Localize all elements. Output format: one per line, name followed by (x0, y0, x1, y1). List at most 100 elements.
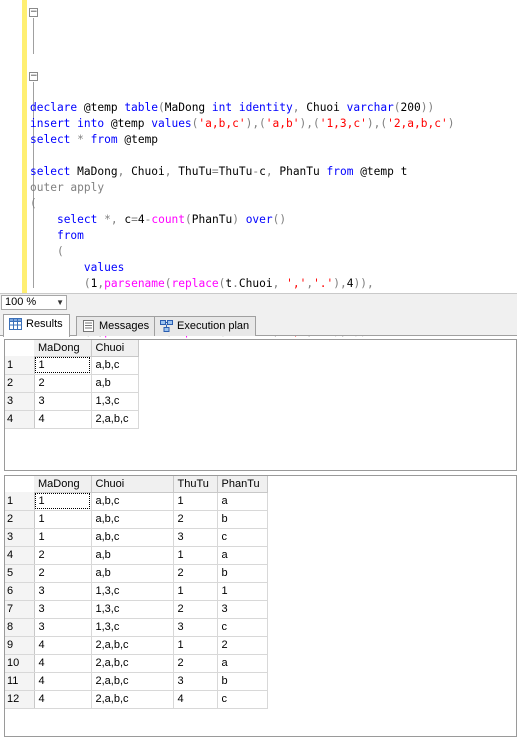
table-cell[interactable]: 1,3,c (91, 392, 139, 411)
table-cell[interactable]: 2 (34, 564, 92, 583)
table-cell[interactable]: 4 (34, 690, 92, 709)
table-cell[interactable]: 2 (173, 600, 218, 619)
table-cell[interactable]: 1,3,c (91, 618, 174, 637)
table-cell[interactable]: 4 (34, 654, 92, 673)
table-cell[interactable]: 3 (217, 600, 268, 619)
table-row[interactable]: 2 2 a,b (5, 374, 139, 393)
table-row[interactable]: 12 4 2,a,b,c 4 c (5, 690, 268, 709)
table-cell[interactable]: 2,a,b,c (91, 690, 174, 709)
row-number[interactable]: 2 (5, 374, 35, 393)
table-cell[interactable]: 2 (173, 564, 218, 583)
collapse-icon[interactable]: − (29, 72, 38, 81)
row-number[interactable]: 5 (5, 564, 35, 583)
code-line[interactable]: select MaDong, Chuoi, ThuTu=ThuTu-c, Pha… (30, 164, 517, 180)
row-number[interactable]: 1 (5, 356, 35, 375)
table-cell[interactable]: 4 (34, 410, 92, 429)
table-row[interactable]: 4 4 2,a,b,c (5, 410, 139, 429)
table-row[interactable]: 1 1 a,b,c (5, 356, 139, 375)
row-number[interactable]: 3 (5, 392, 35, 411)
table-cell[interactable]: 1 (173, 492, 218, 511)
table-cell[interactable]: b (217, 510, 268, 529)
table-cell[interactable]: 1 (34, 492, 92, 511)
table-cell[interactable]: 1,3,c (91, 600, 174, 619)
table-cell[interactable]: 1 (34, 356, 92, 375)
code-line[interactable]: select * from @temp (30, 132, 517, 148)
table-cell[interactable]: 3 (173, 528, 218, 547)
code-line[interactable]: ( (30, 196, 517, 212)
code-line[interactable]: values (30, 260, 517, 276)
table-cell[interactable]: 3 (34, 618, 92, 637)
table-cell[interactable]: 2 (217, 636, 268, 655)
table-row[interactable]: 3 1 a,b,c 3 c (5, 528, 268, 547)
table-cell[interactable]: 2 (173, 654, 218, 673)
tab-execution-plan[interactable]: Execution plan (154, 316, 257, 336)
table-cell[interactable]: a,b,c (91, 356, 139, 375)
column-header[interactable]: MaDong (34, 476, 92, 493)
table-cell[interactable]: 3 (173, 672, 218, 691)
code-line[interactable]: from (30, 228, 517, 244)
table-cell[interactable]: 2 (34, 546, 92, 565)
result-grid-2[interactable]: MaDong Chuoi ThuTu PhanTu 1 1 a,b,c 1 a 2 1 a,b… (4, 475, 517, 737)
query-editor[interactable]: − − declare @temp table(MaDong int ident… (0, 0, 517, 386)
table-cell[interactable]: 2,a,b,c (91, 410, 139, 429)
table-cell[interactable]: 1 (173, 546, 218, 565)
row-header-corner[interactable] (5, 340, 34, 356)
row-number[interactable]: 4 (5, 410, 35, 429)
row-header-corner[interactable] (5, 476, 34, 492)
table-cell[interactable]: a,b (91, 564, 174, 583)
code-line[interactable]: outer apply (30, 180, 517, 196)
code-line[interactable]: (1,parsename(replace(t.Chuoi, ',','.'),4… (30, 276, 517, 292)
table-cell[interactable]: b (217, 564, 268, 583)
table-cell[interactable]: 3 (34, 582, 92, 601)
column-header[interactable]: PhanTu (217, 476, 268, 493)
row-number[interactable]: 8 (5, 618, 35, 637)
table-cell[interactable]: 1 (217, 582, 268, 601)
table-cell[interactable]: 3 (173, 618, 218, 637)
chevron-down-icon[interactable]: ▼ (56, 296, 64, 309)
table-cell[interactable]: 4 (34, 636, 92, 655)
column-header[interactable]: Chuoi (91, 340, 139, 357)
table-cell[interactable]: 3 (34, 600, 92, 619)
table-cell[interactable]: a (217, 654, 268, 673)
column-header[interactable]: MaDong (34, 340, 92, 357)
table-cell[interactable]: a,b,c (91, 492, 174, 511)
code-line[interactable] (30, 148, 517, 164)
code-line[interactable]: insert into @temp values('a,b,c'),('a,b'… (30, 116, 517, 132)
table-row[interactable]: 6 3 1,3,c 1 1 (5, 582, 268, 601)
table-cell[interactable]: 2 (173, 510, 218, 529)
table-row[interactable]: 9 4 2,a,b,c 1 2 (5, 636, 268, 655)
table-cell[interactable]: 3 (34, 392, 92, 411)
table-cell[interactable]: 2 (34, 374, 92, 393)
table-row[interactable]: 4 2 a,b 1 a (5, 546, 268, 565)
table-cell[interactable]: a,b,c (91, 510, 174, 529)
column-header[interactable]: ThuTu (173, 476, 218, 493)
row-number[interactable]: 10 (5, 654, 35, 673)
table-row[interactable]: 5 2 a,b 2 b (5, 564, 268, 583)
row-number[interactable]: 6 (5, 582, 35, 601)
table-cell[interactable]: 1,3,c (91, 582, 174, 601)
table-cell[interactable]: 4 (173, 690, 218, 709)
table-row[interactable]: 2 1 a,b,c 2 b (5, 510, 268, 529)
table-cell[interactable]: c (217, 528, 268, 547)
table-cell[interactable]: b (217, 672, 268, 691)
tab-messages[interactable]: Messages (76, 316, 157, 336)
table-row[interactable]: 3 3 1,3,c (5, 392, 139, 411)
table-row[interactable]: 11 4 2,a,b,c 3 b (5, 672, 268, 691)
table-cell[interactable]: a,b (91, 374, 139, 393)
table-row[interactable]: 10 4 2,a,b,c 2 a (5, 654, 268, 673)
table-cell[interactable]: 2,a,b,c (91, 636, 174, 655)
column-header[interactable]: Chuoi (91, 476, 174, 493)
row-number[interactable]: 12 (5, 690, 35, 709)
table-cell[interactable]: c (217, 618, 268, 637)
row-number[interactable]: 11 (5, 672, 35, 691)
table-cell[interactable]: a,b (91, 546, 174, 565)
code-line[interactable]: ( (30, 244, 517, 260)
code-line[interactable]: declare @temp table(MaDong int identity,… (30, 100, 517, 116)
zoom-select[interactable]: 100 % ▼ (1, 295, 67, 310)
row-number[interactable]: 1 (5, 492, 35, 511)
table-cell[interactable]: 1 (34, 510, 92, 529)
table-row[interactable]: 8 3 1,3,c 3 c (5, 618, 268, 637)
result-grid-1[interactable]: MaDong Chuoi 1 1 a,b,c 2 2 a,b 3 3 1,3,c 4 4 2,a,b,… (4, 339, 517, 471)
table-cell[interactable]: a (217, 546, 268, 565)
row-number[interactable]: 7 (5, 600, 35, 619)
